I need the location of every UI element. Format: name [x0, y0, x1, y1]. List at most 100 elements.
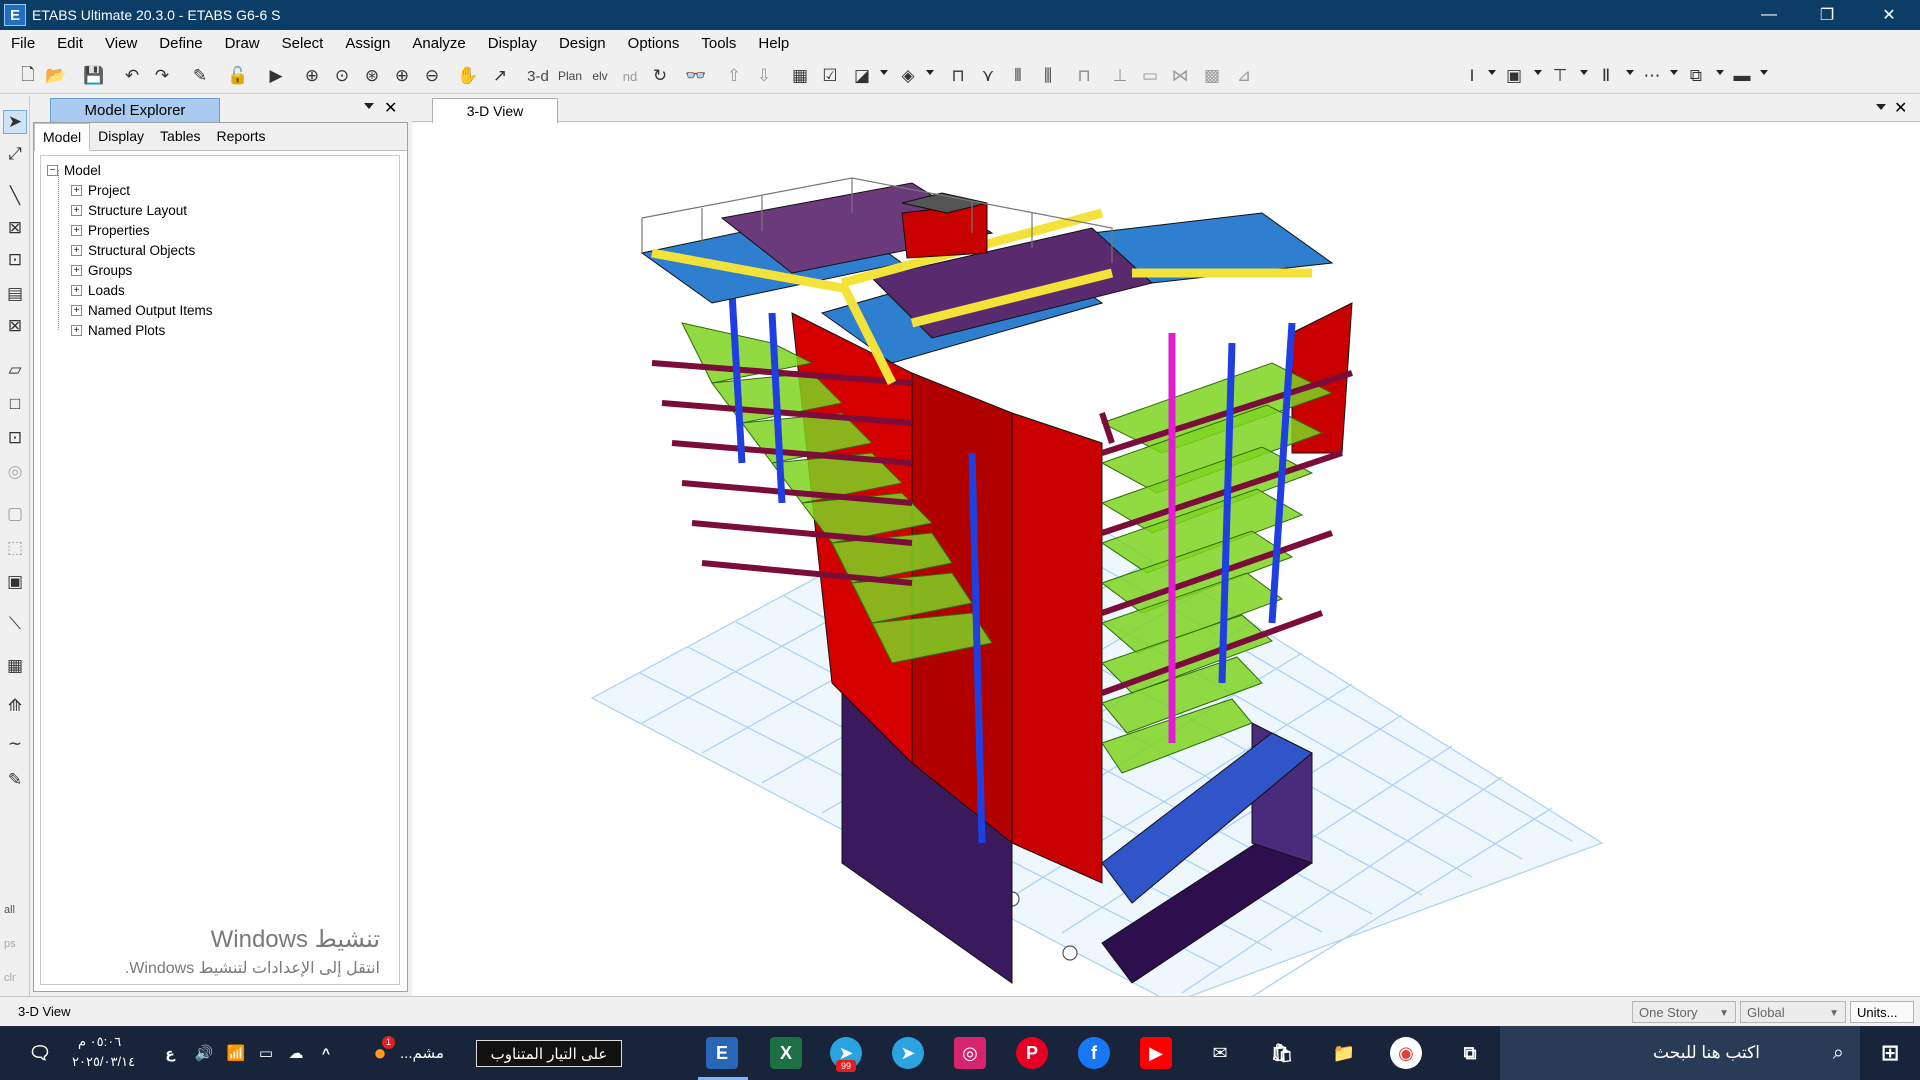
draw-column-dropdown-icon[interactable] — [1488, 70, 1496, 75]
view-close-icon[interactable]: ✕ — [1894, 98, 1907, 118]
draw-tendon-dropdown-icon[interactable] — [1760, 70, 1768, 75]
draw-column-left-icon[interactable]: ⊡ — [3, 248, 27, 272]
telegram-desktop-taskbar-icon[interactable]: ➤ — [892, 1037, 924, 1069]
tree-node-groups[interactable]: + Groups — [71, 260, 132, 280]
select-all-button[interactable]: all — [4, 904, 15, 916]
input-language[interactable]: ع — [154, 1037, 186, 1069]
draw-rect-area-icon[interactable]: □ — [3, 392, 27, 416]
rubber-band-icon[interactable]: ↗ — [488, 64, 512, 88]
restore-button[interactable]: ❐ — [1798, 0, 1856, 30]
units-button[interactable]: Units... — [1850, 1001, 1914, 1023]
explorer-menu-dropdown-icon[interactable] — [364, 103, 374, 109]
tab-reports[interactable]: Reports — [209, 123, 274, 151]
tree-node-named-output-items[interactable]: + Named Output Items — [71, 300, 213, 320]
zoom-full-icon[interactable]: ⊛ — [360, 64, 384, 88]
tree-node-structure-layout[interactable]: + Structure Layout — [71, 200, 187, 220]
draw-opening-icon[interactable]: ⋯ — [1640, 64, 1664, 88]
draw-wall-icon[interactable]: Ⅱ — [1594, 64, 1618, 88]
new-model-icon[interactable]: 🗋 — [16, 64, 40, 88]
save-icon[interactable]: 💾 — [82, 64, 106, 88]
set-display-options-icon[interactable]: ☑ — [818, 64, 842, 88]
battery-icon[interactable]: ▭ — [250, 1037, 282, 1069]
draw-tendon-icon[interactable]: ▬ — [1730, 64, 1754, 88]
draw-beam-dropdown-icon[interactable] — [1580, 70, 1588, 75]
zoom-window-icon[interactable]: ⊕ — [300, 64, 324, 88]
draw-beam-icon[interactable]: ⊤ — [1548, 64, 1572, 88]
draw-column-icon[interactable]: I — [1460, 64, 1484, 88]
menu-edit[interactable]: Edit — [46, 35, 94, 52]
tree-node-named-plots[interactable]: + Named Plots — [71, 320, 165, 340]
menu-view[interactable]: View — [94, 35, 148, 52]
zoom-in-icon[interactable]: ⊕ — [390, 64, 414, 88]
tree-node-model[interactable]: − Model — [47, 160, 101, 180]
undo-icon[interactable]: ↶ — [120, 64, 144, 88]
menu-draw[interactable]: Draw — [214, 35, 271, 52]
draw-grid-icon[interactable]: ▦ — [3, 654, 27, 678]
brush-icon[interactable]: ✎ — [188, 64, 212, 88]
menu-define[interactable]: Define — [148, 35, 213, 52]
nd-view-button[interactable]: nd — [616, 64, 644, 88]
draw-circle-icon[interactable]: ◎ — [3, 460, 27, 484]
store-taskbar-icon[interactable]: 🛍 — [1266, 1037, 1298, 1069]
draw-dimension-icon[interactable]: ✎ — [3, 768, 27, 792]
reshape-icon[interactable]: ⤢ — [3, 142, 27, 166]
coordinate-system-selector[interactable]: Global ▼ — [1740, 1001, 1846, 1023]
previous-selection-button[interactable]: ps — [4, 938, 16, 950]
3d-viewport[interactable] — [412, 123, 1920, 996]
tab-3d-view[interactable]: 3-D View — [432, 98, 558, 123]
redo-icon[interactable]: ↷ — [150, 64, 174, 88]
expand-icon[interactable]: + — [71, 324, 82, 336]
menu-file[interactable]: File — [0, 35, 46, 52]
expand-icon[interactable]: + — [71, 264, 82, 276]
network-icon[interactable]: 📶 — [220, 1037, 252, 1069]
facebook-taskbar-icon[interactable]: f — [1078, 1037, 1110, 1069]
draw-window-icon[interactable]: ▣ — [3, 570, 27, 594]
minimize-button[interactable]: — — [1740, 0, 1798, 30]
taskbar-date[interactable]: ٢٠٢٥/٠٣/١٤ — [72, 1054, 135, 1070]
elevation-view-button[interactable]: elv — [586, 64, 614, 88]
draw-wall-left-icon[interactable]: ▢ — [3, 502, 27, 526]
collapse-icon[interactable]: − — [47, 164, 58, 176]
running-app-label[interactable]: مشم... — [400, 1044, 444, 1062]
draw-link-left-icon[interactable]: ⟍ — [3, 612, 27, 636]
zoom-out-icon[interactable]: ⊖ — [420, 64, 444, 88]
pinterest-taskbar-icon[interactable]: P — [1016, 1037, 1048, 1069]
plan-view-button[interactable]: Plan — [556, 64, 584, 88]
taskbar-time[interactable]: ٠٥:٠٦ م — [78, 1034, 121, 1050]
view-3d-button[interactable]: 3-d — [524, 64, 552, 88]
display-shape-icon[interactable]: ◪ — [850, 64, 874, 88]
extrude-icon[interactable]: ◈ — [896, 64, 920, 88]
connection-design-icon[interactable]: ⋈ — [1168, 64, 1192, 88]
expand-icon[interactable]: + — [71, 304, 82, 316]
pan-icon[interactable]: ✋ — [456, 64, 480, 88]
display-shape-dropdown-icon[interactable] — [880, 70, 888, 75]
view-menu-dropdown-icon[interactable] — [1876, 104, 1886, 110]
etabs-app-icon[interactable]: E — [4, 4, 26, 26]
forces-icon[interactable]: ⫴ — [1006, 64, 1030, 88]
slab-design-icon[interactable]: ▩ — [1200, 64, 1224, 88]
instagram-taskbar-icon[interactable]: ◎ — [954, 1037, 986, 1069]
tab-tables[interactable]: Tables — [152, 123, 208, 151]
tree-node-project[interactable]: + Project — [71, 180, 130, 200]
wall-design-icon[interactable]: ▭ — [1138, 64, 1162, 88]
run-analysis-icon[interactable]: ▶ — [264, 64, 288, 88]
draw-wall-dropdown-icon[interactable] — [1626, 70, 1634, 75]
menu-tools[interactable]: Tools — [690, 35, 747, 52]
frame-design-icon[interactable]: ⊓ — [1072, 64, 1096, 88]
draw-brace-icon[interactable]: ▤ — [3, 282, 27, 306]
pointer-icon[interactable]: ➤ — [3, 110, 27, 134]
menu-design[interactable]: Design — [548, 35, 617, 52]
onedrive-icon[interactable]: ☁ — [280, 1037, 312, 1069]
expand-icon[interactable]: + — [71, 224, 82, 236]
task-view-icon[interactable]: ⧉ — [1454, 1037, 1486, 1069]
menu-help[interactable]: Help — [747, 35, 800, 52]
open-model-icon[interactable]: 📂 — [44, 64, 68, 88]
file-explorer-taskbar-icon[interactable]: 📁 — [1328, 1037, 1360, 1069]
windows-start-icon[interactable]: ⊞ — [1874, 1037, 1906, 1069]
close-button[interactable]: ✕ — [1860, 0, 1918, 30]
story-selector[interactable]: One Story ▼ — [1632, 1001, 1736, 1023]
draw-opening-left-icon[interactable]: ⬚ — [3, 536, 27, 560]
mail-taskbar-icon[interactable]: ✉ — [1204, 1037, 1236, 1069]
draw-opening-dropdown-icon[interactable] — [1670, 70, 1678, 75]
expand-icon[interactable]: + — [71, 204, 82, 216]
